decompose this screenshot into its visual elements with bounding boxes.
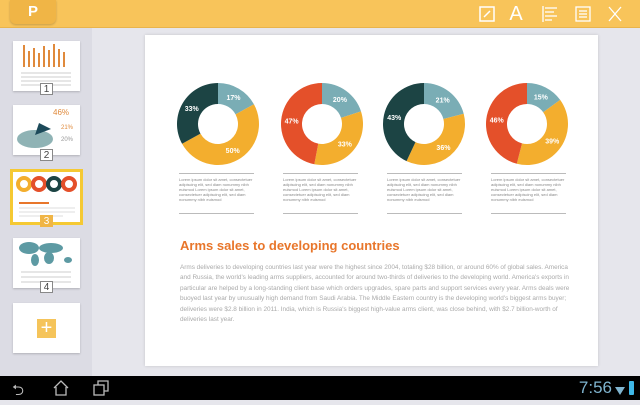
home-icon[interactable] [53,380,69,400]
donut-segment [177,83,218,144]
donut-label: 17% [227,95,242,102]
donut-label: 50% [226,148,241,155]
app-logo-button[interactable]: P [10,0,56,24]
svg-text:20%: 20% [61,137,74,143]
donut-label: 43% [387,115,402,122]
slide-thumbnail-2[interactable]: 46% 21% 20% [13,105,80,155]
slide-number: 2 [40,149,53,161]
slide-thumbnails-panel: 1 46% 21% 20% 2 3 4 + [0,28,92,376]
donut-label: 46% [490,118,505,125]
recent-apps-icon[interactable] [93,380,109,400]
svg-text:21%: 21% [61,125,74,131]
battery-icon [629,381,634,395]
slide-number: 1 [40,83,53,95]
donut-charts: 17% 50% 33% 20% 33% 47% 21% 36% 43% 15% 39% 46% [177,83,568,165]
back-icon[interactable]: ⮌ [12,380,24,405]
chart-caption: Lorem ipsum dolor sit amet, consectetuer… [387,173,462,214]
close-icon[interactable] [605,4,625,24]
donut-label: 20% [333,97,348,104]
donut-segment [406,113,465,165]
donut-label: 15% [534,94,549,101]
chart-caption: Lorem ipsum dolor sit amet, consectetuer… [283,173,358,214]
plus-icon: + [37,318,56,338]
donut-label: 21% [436,97,451,104]
text-format-icon[interactable]: A [506,3,526,25]
donut-label: 39% [545,139,560,146]
body-text: Arms deliveries to developing countries … [180,264,570,324]
align-left-icon[interactable] [540,4,560,24]
svg-text:46%: 46% [53,108,69,117]
edit-icon[interactable] [477,4,497,24]
document-page[interactable]: 17% 50% 33% 20% 33% 47% 21% 36% 43% 15% 39% 46% Lor… [145,35,598,366]
add-slide-button[interactable]: + [13,303,80,353]
chart-caption: Lorem ipsum dolor sit amet, consectetuer… [491,173,566,214]
section-heading: Arms sales to developing countries [180,238,400,253]
slide-number: 4 [40,281,53,293]
system-navigation-bar: ⮌ 7:56 [0,376,640,400]
toolbar: P A [0,0,640,28]
donut-label: 33% [338,142,353,149]
chart-caption: Lorem ipsum dolor sit amet, consectetuer… [179,173,254,214]
wifi-icon [615,383,625,401]
donut-segment [314,111,363,165]
slide-number: 3 [40,215,53,227]
list-icon[interactable] [573,4,593,24]
clock: 7:56 [578,378,612,397]
donut-label: 36% [436,145,451,152]
donut-label: 47% [285,119,300,126]
donut-label: 33% [185,106,200,113]
